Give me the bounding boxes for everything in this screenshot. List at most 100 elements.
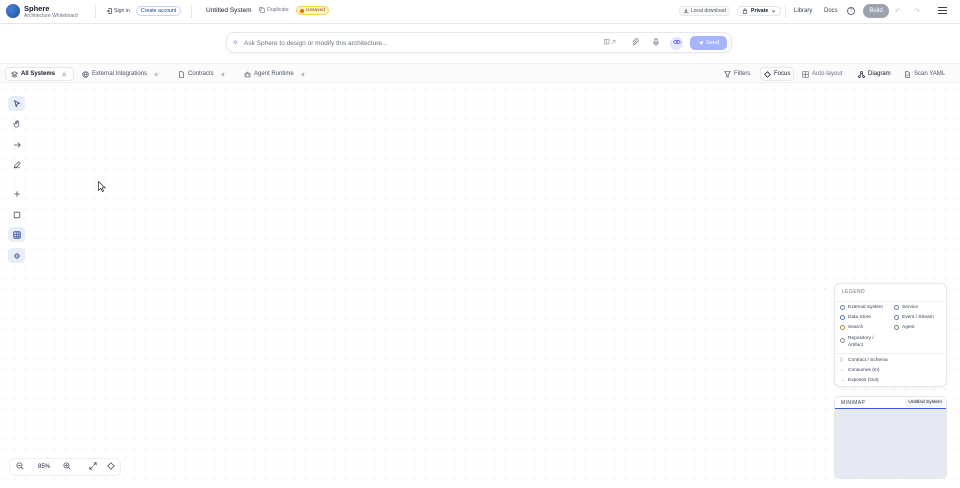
tab-all-systems[interactable]: All Systems 0 bbox=[5, 67, 74, 81]
pencil-icon[interactable] bbox=[8, 157, 25, 172]
legend-item: Data Store bbox=[840, 315, 871, 320]
visibility-dropdown[interactable]: Private bbox=[737, 6, 782, 16]
diagram-button[interactable]: Diagram bbox=[855, 67, 894, 81]
brand-name: Sphere bbox=[24, 4, 50, 13]
filter-icon bbox=[724, 70, 731, 78]
auto-arrange-icon[interactable] bbox=[8, 248, 25, 263]
tab-agent-runtime[interactable]: Agent Runtime 0 bbox=[239, 67, 311, 81]
hamburger-menu-icon[interactable] bbox=[938, 7, 947, 16]
legend-panel: LEGEND External System Service Data Stor… bbox=[834, 283, 948, 387]
sign-in-icon bbox=[106, 8, 112, 14]
duplicate-label: Duplicate bbox=[267, 7, 289, 13]
arrow-right-icon: → bbox=[840, 377, 845, 383]
node-circle-icon bbox=[894, 315, 899, 320]
tab-label: All Systems bbox=[21, 71, 56, 77]
copy-icon bbox=[259, 7, 265, 13]
legend-edge-item: ← Consumes (In) bbox=[840, 367, 879, 374]
filters-label: Filters bbox=[734, 71, 751, 77]
tab-count: 0 bbox=[153, 70, 160, 78]
table-grid-icon[interactable] bbox=[8, 227, 25, 242]
divider bbox=[191, 5, 192, 18]
tab-contracts[interactable]: Contracts 0 bbox=[173, 67, 231, 81]
legend-label: Repository / Artifact bbox=[848, 336, 874, 348]
canvas-tool-palette bbox=[8, 94, 25, 266]
rectangle-icon[interactable] bbox=[8, 207, 25, 222]
microphone-icon[interactable] bbox=[652, 38, 660, 48]
legend-item: Repository / Artifact bbox=[840, 335, 880, 349]
unsaved-label: Unsaved bbox=[306, 8, 325, 13]
sign-in-label: Sign in bbox=[114, 8, 130, 14]
arrow-left-icon: ← bbox=[840, 367, 845, 373]
undo-icon[interactable]: ↶ bbox=[895, 7, 901, 15]
grid-icon bbox=[802, 70, 809, 78]
status-dot-icon bbox=[300, 8, 304, 13]
sphere-logo[interactable] bbox=[6, 4, 20, 18]
auto-layout-button[interactable]: Auto-layout bbox=[799, 67, 845, 81]
minimap-header: MINIMAP Untitled System bbox=[835, 397, 946, 409]
node-circle-icon bbox=[840, 325, 845, 330]
lock-icon bbox=[742, 8, 748, 14]
send-button[interactable]: Send bbox=[690, 36, 727, 50]
legend-item: Event / Stream bbox=[894, 315, 934, 320]
local-download-button[interactable]: Local download bbox=[679, 6, 730, 16]
document-title[interactable]: Untitled System bbox=[206, 7, 252, 14]
legend-label: Data Store bbox=[848, 315, 871, 320]
prompt-input[interactable]: Ask Sphere to design or modify this arch… bbox=[244, 40, 387, 47]
divider bbox=[835, 353, 948, 354]
legend-label: Service bbox=[902, 305, 918, 310]
node-circle-icon bbox=[840, 305, 845, 310]
zoom-in-icon[interactable] bbox=[63, 462, 71, 472]
globe-icon bbox=[82, 70, 89, 78]
scan-yaml-label: Scan YAML bbox=[914, 71, 946, 77]
create-account-button[interactable]: Create account bbox=[136, 6, 182, 16]
legend-label: Contract / Schema bbox=[848, 358, 888, 363]
focus-icon bbox=[764, 70, 771, 78]
duplicate-button[interactable]: Duplicate bbox=[259, 7, 289, 13]
minimap-system-chip: Untitled System bbox=[905, 399, 945, 407]
legend-label: Search bbox=[848, 325, 864, 330]
select-tool-icon[interactable] bbox=[8, 96, 25, 111]
node-circle-icon bbox=[840, 315, 845, 320]
redo-icon[interactable]: ↷ bbox=[914, 7, 920, 15]
legend-label: Event / Stream bbox=[902, 315, 934, 320]
nav-library-link[interactable]: Library bbox=[794, 8, 812, 14]
unsaved-badge: Unsaved bbox=[296, 6, 329, 15]
diagram-canvas[interactable] bbox=[0, 84, 960, 488]
scan-yaml-button[interactable]: Scan YAML bbox=[901, 67, 948, 81]
add-node-icon[interactable] bbox=[8, 186, 25, 201]
panel-expand-icon[interactable] bbox=[604, 38, 617, 48]
hand-pan-icon[interactable] bbox=[8, 116, 25, 131]
node-circle-icon bbox=[894, 325, 899, 330]
attach-icon[interactable] bbox=[631, 38, 639, 48]
recenter-icon[interactable] bbox=[107, 462, 115, 472]
divider bbox=[835, 301, 948, 302]
zoom-out-icon[interactable] bbox=[16, 462, 24, 472]
build-button[interactable]: Build bbox=[863, 4, 889, 18]
tab-label: Contracts bbox=[188, 71, 214, 77]
nav-docs-link[interactable]: Docs bbox=[824, 8, 838, 14]
minimap-title: MINIMAP bbox=[841, 400, 866, 406]
help-icon[interactable]: ? bbox=[847, 7, 855, 15]
sign-in-button[interactable]: Sign in bbox=[103, 6, 133, 16]
legend-item: Agent bbox=[894, 325, 915, 330]
focus-label: Focus bbox=[774, 71, 791, 77]
node-circle-icon bbox=[840, 338, 845, 343]
tab-count: 0 bbox=[61, 70, 68, 78]
tab-external-integrations[interactable]: External Integrations 0 bbox=[77, 67, 165, 81]
arrow-connector-icon[interactable] bbox=[8, 137, 25, 152]
send-icon bbox=[698, 40, 704, 46]
fit-view-icon[interactable] bbox=[89, 462, 97, 472]
chevron-down-icon bbox=[772, 9, 776, 12]
filters-button[interactable]: Filters bbox=[721, 67, 753, 81]
minimap-panel[interactable]: MINIMAP Untitled System bbox=[834, 396, 947, 479]
tab-label: Agent Runtime bbox=[254, 71, 294, 77]
document-icon: ▯ bbox=[840, 357, 843, 363]
legend-item: External System bbox=[840, 305, 883, 310]
top-header: Sphere Architecture Whiteboard Sign in C… bbox=[0, 0, 960, 24]
mouse-pointer-icon bbox=[98, 180, 106, 194]
divider bbox=[95, 5, 96, 18]
file-code-icon bbox=[905, 70, 910, 78]
eye-icon[interactable] bbox=[670, 37, 683, 50]
focus-button[interactable]: Focus bbox=[760, 67, 795, 81]
sparkle-icon: ✧ bbox=[232, 38, 239, 47]
